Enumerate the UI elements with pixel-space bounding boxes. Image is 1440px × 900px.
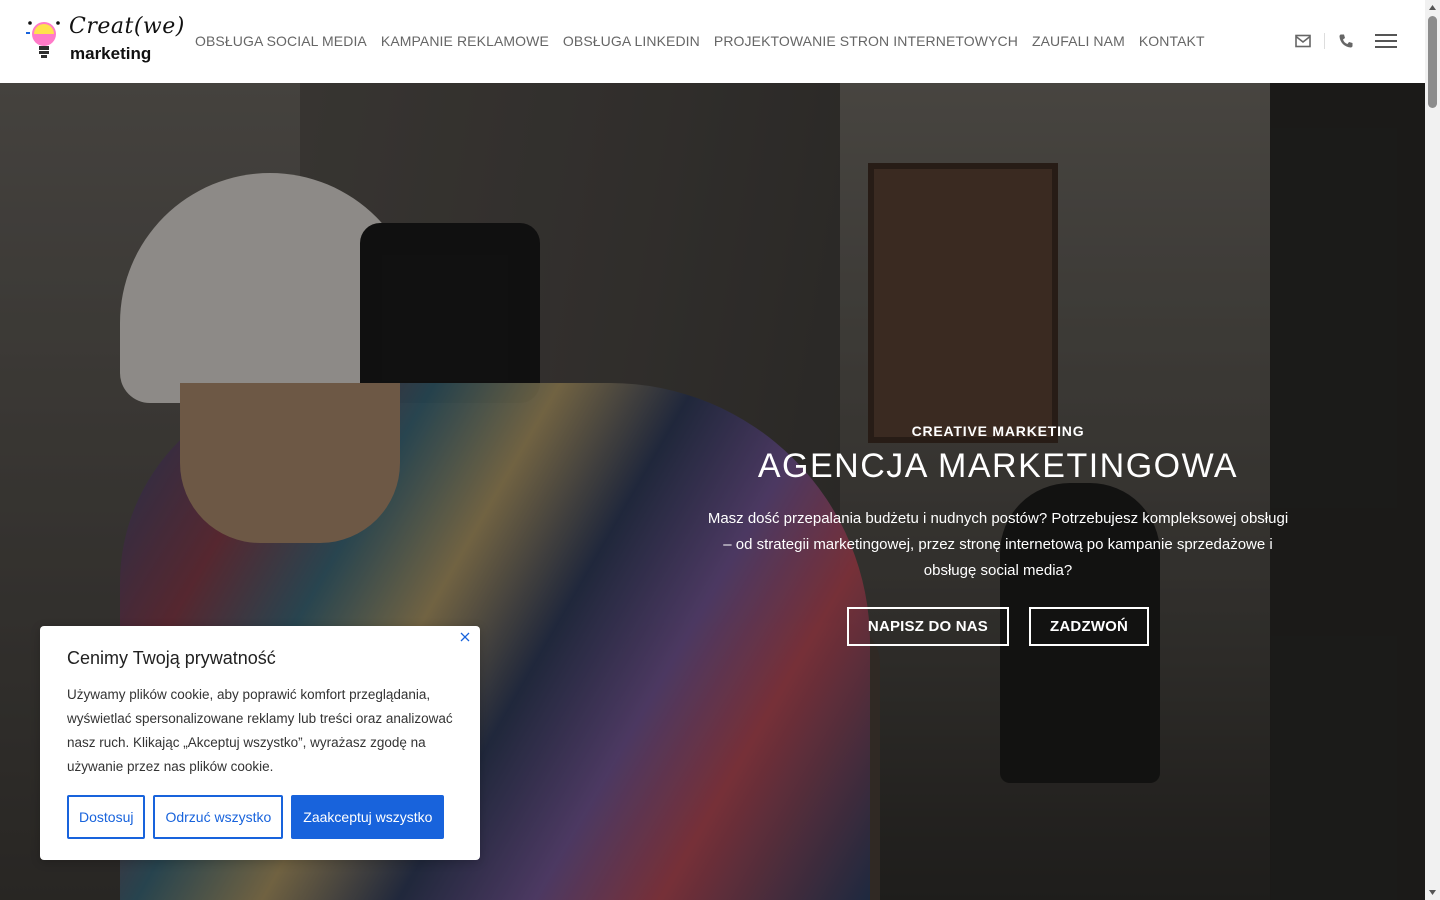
hero-text: Masz dość przepalania budżetu i nudnych … (707, 510, 1289, 579)
logo-text-marketing: marketing (70, 44, 152, 63)
nav-item-kontakt[interactable]: KONTAKT (1132, 31, 1212, 51)
main-nav: OBSŁUGA SOCIAL MEDIA KAMPANIE REKLAMOWE … (188, 31, 1212, 51)
nav-item-linkedin[interactable]: OBSŁUGA LINKEDIN (556, 31, 707, 51)
hamburger-menu-icon[interactable] (1371, 26, 1401, 56)
page-scrollbar[interactable] (1425, 0, 1440, 900)
logo[interactable]: Creat(we) marketing (26, 14, 184, 68)
nav-item-kampanie[interactable]: KAMPANIE REKLAMOWE (374, 31, 556, 51)
hero-buttons: NAPISZ DO NAS ZADZWOŃ (698, 607, 1298, 646)
nav-item-social-media[interactable]: OBSŁUGA SOCIAL MEDIA (188, 31, 374, 51)
cookie-buttons: Dostosuj Odrzuć wszystko Zaakceptuj wszy… (67, 795, 445, 839)
call-button[interactable]: ZADZWOŃ (1029, 607, 1150, 646)
header-divider (1324, 33, 1325, 49)
close-icon[interactable] (458, 630, 472, 644)
write-to-us-button[interactable]: NAPISZ DO NAS (846, 607, 1010, 646)
logo-text-creative: Creat(we) (69, 14, 185, 39)
phone-icon[interactable] (1331, 26, 1361, 56)
hero-kicker: CREATIVE MARKETING (911, 423, 1085, 439)
scroll-down-arrow-icon[interactable] (1425, 885, 1440, 900)
cookie-text: Używamy plików cookie, aby poprawić komf… (67, 687, 453, 774)
nav-item-zaufali[interactable]: ZAUFALI NAM (1025, 31, 1132, 51)
cookie-consent-banner: Cenimy Twoją prywatność Używamy plików c… (40, 626, 480, 860)
header-icons (1288, 26, 1401, 56)
mail-icon[interactable] (1288, 26, 1318, 56)
cookie-title: Cenimy Twoją prywatność (67, 648, 276, 668)
scrollbar-thumb[interactable] (1428, 16, 1437, 108)
accept-all-button[interactable]: Zaakceptuj wszystko (291, 795, 445, 839)
reject-all-button[interactable]: Odrzuć wszystko (153, 795, 284, 839)
hero-content: CREATIVE MARKETING AGENCJA MARKETINGOWA … (698, 423, 1298, 646)
customize-button[interactable]: Dostosuj (67, 795, 146, 839)
scroll-up-arrow-icon[interactable] (1425, 0, 1440, 15)
site-header: Creat(we) marketing OBSŁUGA SOCIAL MEDIA… (0, 0, 1425, 83)
nav-item-strony[interactable]: PROJEKTOWANIE STRON INTERNETOWYCH (707, 31, 1025, 51)
lightbulb-logo-icon (26, 21, 60, 58)
hero-title: AGENCJA MARKETINGOWA (757, 447, 1239, 485)
